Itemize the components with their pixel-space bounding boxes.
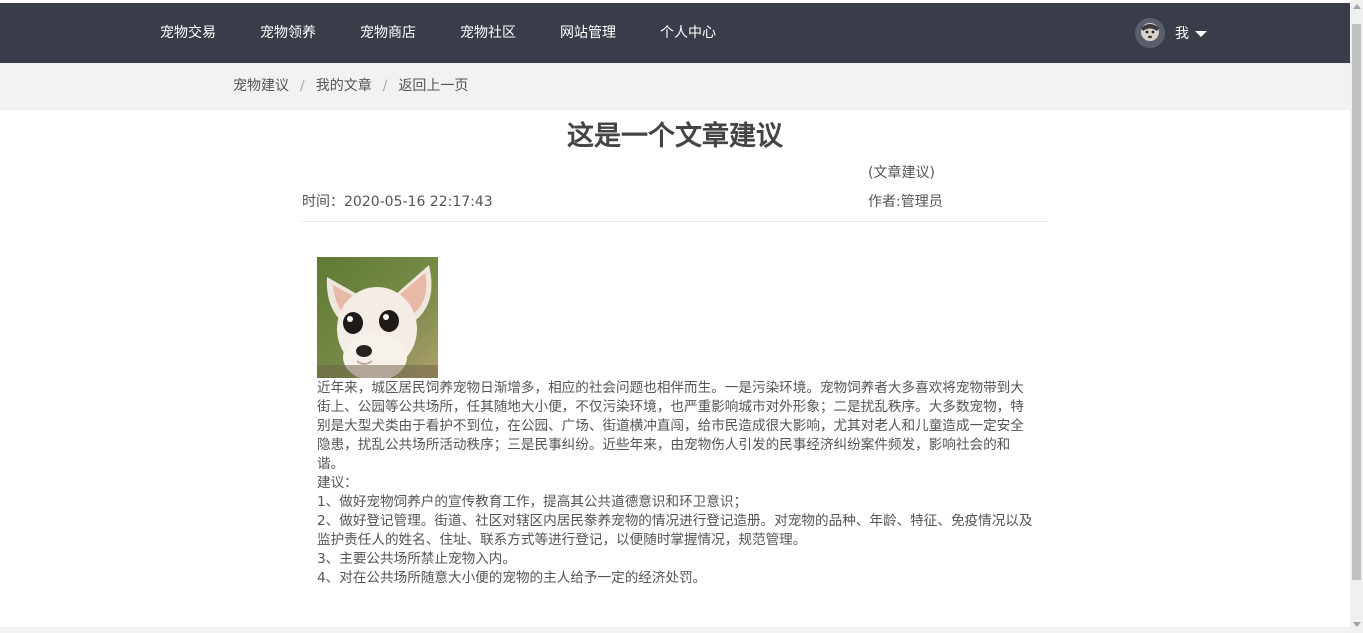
article-time: 时间：2020-05-16 22:17:43 bbox=[302, 194, 493, 210]
breadcrumb-back[interactable]: 返回上一页 bbox=[398, 77, 468, 95]
breadcrumb-separator: / bbox=[300, 78, 305, 94]
nav-item-pet-adoption[interactable]: 宠物领养 bbox=[260, 24, 316, 42]
article-paragraph: 4、对在公共场所随意大小便的宠物的主人给予一定的经济处罚。 bbox=[317, 570, 707, 586]
breadcrumb-my-articles[interactable]: 我的文章 bbox=[316, 77, 372, 95]
breadcrumb: 宠物建议 / 我的文章 / 返回上一页 bbox=[233, 77, 468, 95]
nav-item-pet-store[interactable]: 宠物商店 bbox=[360, 24, 416, 42]
article-category: (文章建议) bbox=[868, 165, 935, 181]
user-label: 我 bbox=[1175, 26, 1189, 42]
vertical-scrollbar[interactable] bbox=[1350, 0, 1363, 633]
footer-edge bbox=[0, 627, 1350, 633]
scroll-down-arrow-icon[interactable] bbox=[1353, 622, 1361, 627]
top-navbar: 宠物交易 宠物领养 宠物商店 宠物社区 网站管理 个人中心 我 bbox=[0, 3, 1350, 63]
article-paragraph: 3、主要公共场所禁止宠物入内。 bbox=[317, 551, 516, 567]
article-paragraph: 1、做好宠物饲养户的宣传教育工作，提高其公共道德意识和环卫意识； bbox=[317, 494, 748, 510]
nav-item-site-admin[interactable]: 网站管理 bbox=[560, 24, 616, 42]
scroll-up-arrow-icon[interactable] bbox=[1353, 4, 1361, 9]
nav-item-personal-center[interactable]: 个人中心 bbox=[660, 24, 716, 42]
article-content: 近年来，城区居民饲养宠物日渐增多，相应的社会问题也相伴而生。一是污染环境。宠物饲… bbox=[317, 379, 1035, 588]
avatar bbox=[1135, 18, 1165, 48]
breadcrumb-separator: / bbox=[382, 78, 388, 94]
article-paragraph: 建议： bbox=[317, 475, 358, 491]
nav-item-pet-community[interactable]: 宠物社区 bbox=[460, 24, 516, 42]
breadcrumb-bar: 宠物建议 / 我的文章 / 返回上一页 bbox=[0, 63, 1350, 110]
caret-down-icon bbox=[1195, 31, 1207, 37]
breadcrumb-pet-suggestions[interactable]: 宠物建议 bbox=[233, 77, 289, 95]
nav-item-pet-trade[interactable]: 宠物交易 bbox=[160, 24, 216, 42]
divider bbox=[302, 221, 1047, 222]
user-menu[interactable]: 我 bbox=[1135, 17, 1207, 49]
article-image bbox=[317, 257, 438, 378]
article-author: 作者:管理员 bbox=[868, 194, 943, 210]
article-title: 这是一个文章建议 bbox=[567, 121, 783, 152]
article-paragraph: 近年来，城区居民饲养宠物日渐增多，相应的社会问题也相伴而生。一是污染环境。宠物饲… bbox=[317, 380, 1024, 472]
article-paragraph: 2、做好登记管理。街道、社区对辖区内居民豢养宠物的情况进行登记造册。对宠物的品种… bbox=[317, 513, 1033, 548]
scrollbar-thumb[interactable] bbox=[1352, 24, 1361, 580]
